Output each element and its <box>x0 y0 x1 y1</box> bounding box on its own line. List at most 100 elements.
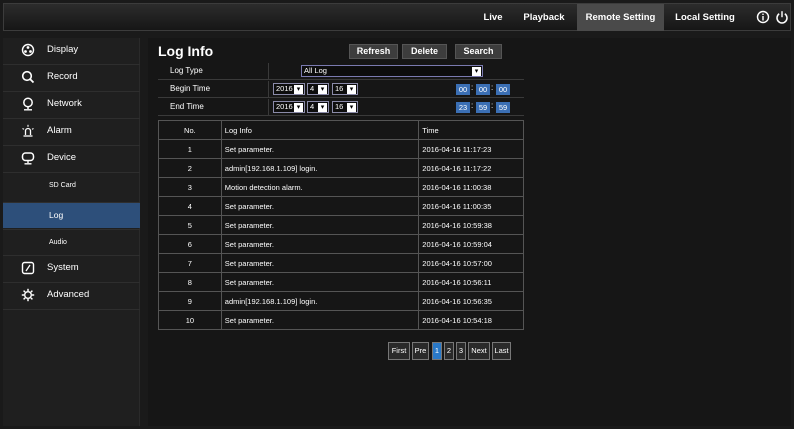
sidebar-item-advanced[interactable]: Advanced <box>3 283 140 309</box>
end-second-input[interactable]: 59 <box>496 102 510 113</box>
column-header-time: Time <box>418 120 524 140</box>
table-row[interactable]: 9 admin[192.168.1.109] login. 2016-04-16 1… <box>158 291 524 311</box>
row-number: 7 <box>158 253 222 273</box>
time-cell: 2016-04-16 11:00:38 <box>418 177 524 197</box>
sidebar: Display Record Network Alarm Device SD C… <box>3 38 140 426</box>
chevron-down-icon: ▾ <box>294 85 303 94</box>
end-minute-input[interactable]: 59 <box>476 102 490 113</box>
row-number: 9 <box>158 291 222 311</box>
delete-button[interactable]: Delete <box>402 44 447 59</box>
end-hour-input[interactable]: 23 <box>456 102 470 113</box>
time-cell: 2016-04-16 11:17:22 <box>418 158 524 178</box>
end-day-select[interactable]: 16 ▾ <box>332 101 358 113</box>
log-type-label: Log Type <box>170 66 203 75</box>
page-button-1[interactable]: 1 <box>432 342 442 360</box>
table-row[interactable]: 3 Motion detection alarm. 2016-04-16 11:00… <box>158 177 524 197</box>
content-area: Log Info Refresh Delete Search Log Type … <box>148 38 791 426</box>
power-icon[interactable] <box>775 10 789 24</box>
top-navigation-bar: Live Playback Remote Setting Local Setti… <box>3 3 791 31</box>
sidebar-item-label: Advanced <box>47 289 90 300</box>
log-info-cell: Set parameter. <box>220 196 420 216</box>
info-icon[interactable] <box>756 10 770 24</box>
table-header-row: No. Log Info Time <box>158 120 524 140</box>
nav-remote-setting[interactable]: Remote Setting <box>577 4 664 31</box>
nav-local-setting[interactable]: Local Setting <box>670 4 740 31</box>
page-button-2[interactable]: 2 <box>444 342 454 360</box>
chevron-down-icon: ▾ <box>318 103 327 112</box>
end-month-select[interactable]: 4 ▾ <box>307 101 329 113</box>
device-icon <box>21 152 35 165</box>
begin-time-row: Begin Time 2016 ▾ 4 ▾ 16 ▾ 00 : 00 : 00 <box>158 81 524 98</box>
sidebar-item-record[interactable]: Record <box>3 65 140 91</box>
row-number: 10 <box>158 310 222 330</box>
sidebar-item-network[interactable]: Network <box>3 92 140 118</box>
begin-year-select[interactable]: 2016 ▾ <box>273 83 305 95</box>
alarm-icon <box>22 124 34 137</box>
record-icon <box>21 70 35 84</box>
row-number: 4 <box>158 196 222 216</box>
sidebar-subitem-label: SD Card <box>49 182 76 189</box>
table-row[interactable]: 5 Set parameter. 2016-04-16 10:59:38 <box>158 215 524 235</box>
sidebar-subitem-audio[interactable]: Audio <box>3 230 140 255</box>
sidebar-item-label: Device <box>47 152 77 163</box>
table-row[interactable]: 10 Set parameter. 2016-04-16 10:54:18 <box>158 310 524 330</box>
sidebar-item-label: System <box>47 262 79 273</box>
next-page-button[interactable]: Next <box>468 342 490 360</box>
table-row[interactable]: 6 Set parameter. 2016-04-16 10:59:04 <box>158 234 524 254</box>
page-title: Log Info <box>158 43 214 59</box>
begin-month-select[interactable]: 4 ▾ <box>307 83 329 95</box>
advanced-icon <box>21 288 35 302</box>
chevron-down-icon: ▾ <box>472 67 481 76</box>
end-year-select[interactable]: 2016 ▾ <box>273 101 305 113</box>
row-number: 3 <box>158 177 222 197</box>
table-row[interactable]: 8 Set parameter. 2016-04-16 10:56:11 <box>158 272 524 292</box>
log-info-cell: admin[192.168.1.109] login. <box>220 291 420 311</box>
log-info-cell: admin[192.168.1.109] login. <box>220 158 420 178</box>
sidebar-item-alarm[interactable]: Alarm <box>3 119 140 145</box>
time-cell: 2016-04-16 10:56:35 <box>418 291 524 311</box>
time-cell: 2016-04-16 10:56:11 <box>418 272 524 292</box>
begin-minute-input[interactable]: 00 <box>476 84 490 95</box>
chevron-down-icon: ▾ <box>347 103 356 112</box>
table-row[interactable]: 7 Set parameter. 2016-04-16 10:57:00 <box>158 253 524 273</box>
begin-hour-input[interactable]: 00 <box>456 84 470 95</box>
sidebar-item-label: Alarm <box>47 125 72 136</box>
log-table: No. Log Info Time 1 Set parameter. 2016-04… <box>158 120 524 330</box>
time-cell: 2016-04-16 10:54:18 <box>418 310 524 330</box>
system-icon <box>21 261 35 275</box>
begin-time-label: Begin Time <box>170 84 211 93</box>
first-page-button[interactable]: First <box>388 342 410 360</box>
column-header-log-info: Log Info <box>220 120 420 140</box>
row-number: 8 <box>158 272 222 292</box>
last-page-button[interactable]: Last <box>492 342 511 360</box>
sidebar-subitem-log[interactable]: Log <box>3 203 140 228</box>
sidebar-item-label: Display <box>47 44 79 55</box>
sidebar-item-label: Record <box>47 71 78 82</box>
log-type-select[interactable]: All Log ▾ <box>301 65 483 77</box>
begin-day-select[interactable]: 16 ▾ <box>332 83 358 95</box>
refresh-button[interactable]: Refresh <box>349 44 398 59</box>
sidebar-item-system[interactable]: System <box>3 256 140 282</box>
table-row[interactable]: 4 Set parameter. 2016-04-16 11:00:35 <box>158 196 524 216</box>
log-info-cell: Set parameter. <box>220 234 420 254</box>
page-button-3[interactable]: 3 <box>456 342 466 360</box>
row-number: 2 <box>158 158 222 178</box>
prev-page-button[interactable]: Pre <box>412 342 429 360</box>
chevron-down-icon: ▾ <box>318 85 327 94</box>
log-info-cell: Set parameter. <box>220 253 420 273</box>
time-cell: 2016-04-16 11:17:23 <box>418 139 524 159</box>
begin-second-input[interactable]: 00 <box>496 84 510 95</box>
sidebar-item-device[interactable]: Device <box>3 146 140 172</box>
log-info-cell: Set parameter. <box>220 139 420 159</box>
display-icon <box>21 43 35 57</box>
sidebar-subitem-sd-card[interactable]: SD Card <box>3 173 140 198</box>
nav-live[interactable]: Live <box>478 4 508 31</box>
search-button[interactable]: Search <box>455 44 502 59</box>
log-info-cell: Set parameter. <box>220 310 420 330</box>
nav-playback[interactable]: Playback <box>519 4 569 31</box>
end-time-label: End Time <box>170 102 204 111</box>
table-row[interactable]: 1 Set parameter. 2016-04-16 11:17:23 <box>158 139 524 159</box>
chevron-down-icon: ▾ <box>294 103 303 112</box>
sidebar-item-display[interactable]: Display <box>3 38 140 64</box>
table-row[interactable]: 2 admin[192.168.1.109] login. 2016-04-16 1… <box>158 158 524 178</box>
